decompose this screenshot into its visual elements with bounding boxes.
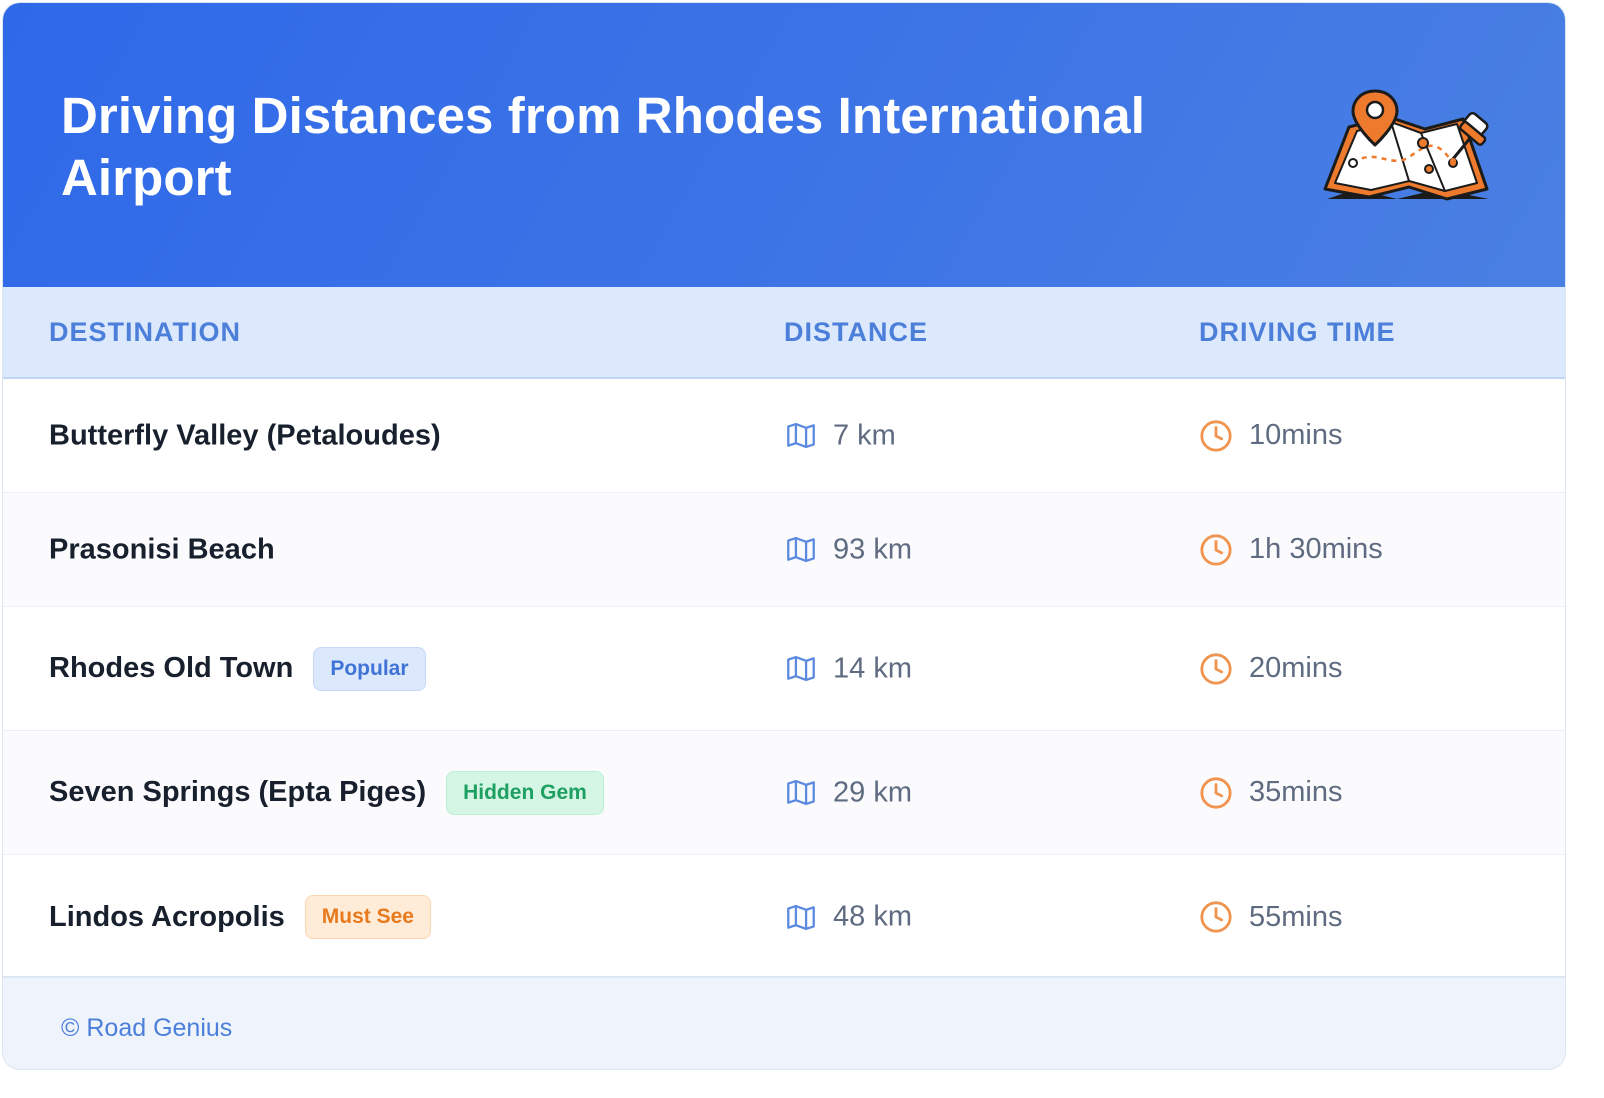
clock-icon [1200, 533, 1232, 566]
header-banner: Driving Distances from Rhodes Internatio… [3, 3, 1565, 287]
destination-cell: Lindos Acropolis Must See [49, 895, 431, 939]
time-value: 20mins [1249, 652, 1343, 684]
table-row: Seven Springs (Epta Piges) Hidden Gem 29… [3, 731, 1565, 855]
destination-cell: Butterfly Valley (Petaloudes) [49, 419, 441, 452]
must-see-badge: Must See [304, 895, 431, 939]
time-cell: 35mins [1199, 776, 1343, 810]
destination-name: Prasonisi Beach [49, 533, 275, 565]
distance-cell: 14 km [785, 652, 912, 685]
distance-cell: 48 km [785, 901, 912, 934]
copyright-text: © Road Genius [61, 1014, 233, 1042]
time-cell: 1h 30mins [1199, 533, 1383, 567]
distance-value: 7 km [833, 419, 896, 451]
destination-cell: Prasonisi Beach [49, 533, 275, 566]
destination-name: Butterfly Valley (Petaloudes) [49, 419, 441, 451]
distance-table-card: Driving Distances from Rhodes Internatio… [2, 2, 1566, 1070]
distance-cell: 7 km [785, 419, 896, 452]
map-with-pins-icon [1323, 89, 1489, 201]
time-value: 10mins [1249, 419, 1343, 451]
distance-cell: 29 km [785, 776, 912, 809]
distance-value: 14 km [833, 652, 912, 684]
clock-icon [1200, 901, 1232, 933]
destination-cell: Rhodes Old Town Popular [49, 646, 426, 691]
map-icon [787, 655, 815, 682]
time-cell: 10mins [1199, 419, 1343, 453]
column-header-distance: DISTANCE [784, 317, 929, 347]
map-icon [787, 779, 815, 806]
destination-cell: Seven Springs (Epta Piges) Hidden Gem [49, 770, 604, 815]
page-title: Driving Distances from Rhodes Internatio… [61, 87, 1145, 206]
column-header-driving-time: DRIVING TIME [1199, 317, 1396, 347]
distance-cell: 93 km [785, 533, 912, 566]
time-value: 1h 30mins [1249, 533, 1383, 565]
table-row: Butterfly Valley (Petaloudes) 7 km 10min… [3, 379, 1565, 493]
distance-value: 29 km [833, 776, 912, 808]
distance-value: 48 km [833, 900, 912, 933]
footer: © Road Genius [3, 976, 1565, 1069]
time-value: 35mins [1249, 776, 1343, 808]
table-header: DESTINATION DISTANCE DRIVING TIME [3, 287, 1565, 379]
time-value: 55mins [1249, 900, 1343, 933]
map-icon [787, 422, 815, 449]
clock-icon [1200, 652, 1232, 685]
popular-badge: Popular [313, 646, 426, 691]
clock-icon [1200, 419, 1232, 452]
hidden-gem-badge: Hidden Gem [446, 770, 604, 815]
map-icon [787, 536, 815, 563]
map-icon [787, 904, 815, 930]
destination-name: Rhodes Old Town [49, 652, 294, 684]
time-cell: 20mins [1199, 652, 1343, 686]
destination-name: Lindos Acropolis [49, 900, 285, 933]
table-row: Rhodes Old Town Popular 14 km 20mins [3, 607, 1565, 731]
destination-name: Seven Springs (Epta Piges) [49, 776, 427, 808]
table-row: Prasonisi Beach 93 km 1h 30mins [3, 493, 1565, 607]
distance-value: 93 km [833, 533, 912, 565]
column-header-destination: DESTINATION [49, 317, 241, 347]
time-cell: 55mins [1199, 900, 1343, 934]
table-row: Lindos Acropolis Must See 48 km 55mins [3, 855, 1565, 979]
clock-icon [1200, 776, 1232, 809]
